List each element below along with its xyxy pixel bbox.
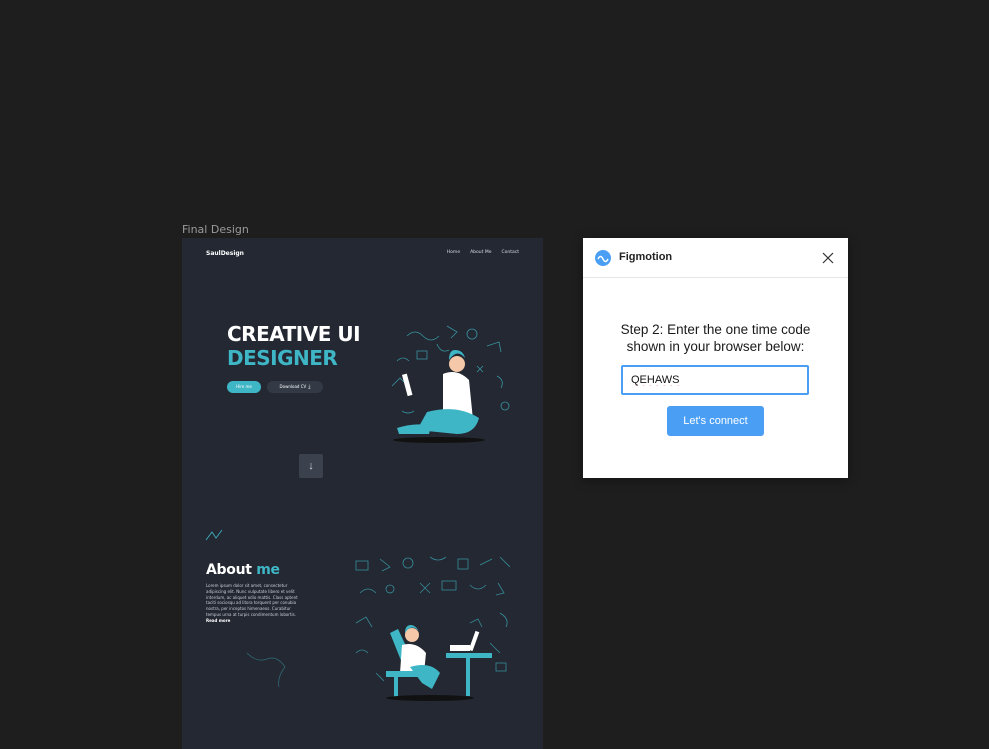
nav-about: About Me <box>470 250 492 255</box>
nav-contact: Contact <box>501 250 519 255</box>
site-logo: SaulDesign <box>206 250 244 257</box>
about-title-accent: me <box>256 562 280 578</box>
about-title-main: About <box>206 562 252 578</box>
download-cv-label: Download CV <box>279 384 307 389</box>
arrow-down-icon: ↓ <box>299 454 323 478</box>
step-line-2: shown in your browser below: <box>626 339 805 354</box>
hire-me-button: Hire me <box>227 381 261 393</box>
nav-home: Home <box>446 250 461 255</box>
step-instruction: Step 2: Enter the one time code shown in… <box>583 321 848 355</box>
close-icon[interactable] <box>820 250 836 266</box>
doodle-left-bottom <box>246 652 286 688</box>
frame-label[interactable]: Final Design <box>182 223 249 236</box>
hero-title: CREATIVE UI DESIGNER <box>227 322 361 370</box>
step-line-1: Step 2: Enter the one time code <box>620 322 811 337</box>
site-nav: Home About Me Contact <box>447 250 519 255</box>
code-input[interactable] <box>621 365 809 395</box>
hero-illustration <box>391 325 510 443</box>
figmotion-dialog: Figmotion Step 2: Enter the one time cod… <box>583 238 848 478</box>
about-illustration <box>355 556 511 701</box>
download-icon: ⤓ <box>308 384 311 390</box>
about-body: Lorem ipsum dolor sit amet, consectetur … <box>206 583 306 624</box>
about-title: About me <box>206 562 280 578</box>
figmotion-logo-icon <box>595 250 611 266</box>
read-more-link: Read more <box>206 617 231 623</box>
dialog-header: Figmotion <box>583 238 848 278</box>
doodle-left-top <box>205 529 223 541</box>
dialog-title: Figmotion <box>619 251 673 263</box>
connect-button[interactable]: Let's connect <box>667 406 764 436</box>
hero-title-line2: DESIGNER <box>227 346 338 370</box>
hero-title-line1: CREATIVE UI <box>227 322 361 346</box>
download-cv-button: Download CV ⤓ <box>267 381 323 393</box>
about-body-text: Lorem ipsum dolor sit amet, consectetur … <box>206 583 298 617</box>
design-frame[interactable]: SaulDesign Home About Me Contact CREATIV… <box>182 238 543 749</box>
